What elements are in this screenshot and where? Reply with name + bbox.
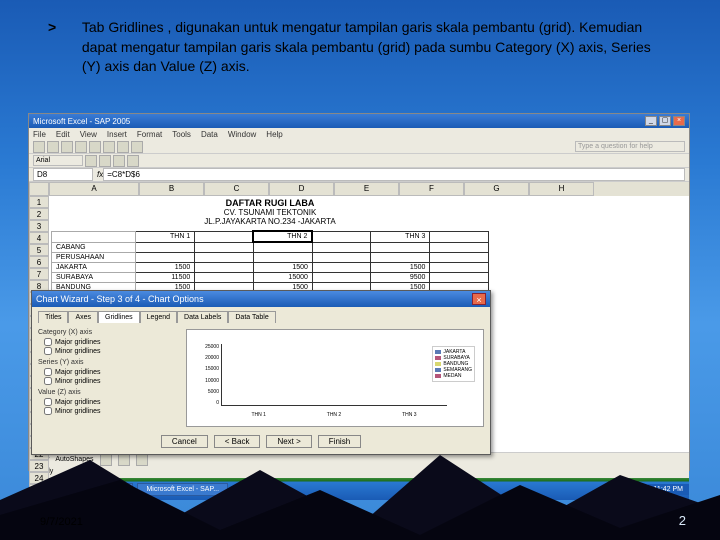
menu-item[interactable]: Tools <box>172 130 191 139</box>
row-header[interactable]: 2 <box>29 208 49 220</box>
name-box[interactable]: D8 <box>33 168 93 181</box>
report-title: DAFTAR RUGI LABA <box>51 198 489 208</box>
menu-item[interactable]: Help <box>266 130 282 139</box>
row-header[interactable]: 1 <box>29 196 49 208</box>
menu-item[interactable]: Edit <box>56 130 70 139</box>
system-tray-time[interactable]: 11:42 PM <box>648 484 689 495</box>
wizard-button[interactable]: Cancel <box>161 435 208 448</box>
menu-item[interactable]: View <box>80 130 97 139</box>
col-header[interactable]: A <box>49 182 139 196</box>
standard-toolbar: Type a question for help <box>29 140 689 154</box>
wizard-tab[interactable]: Data Labels <box>177 311 228 323</box>
wizard-tab[interactable]: Data Table <box>228 311 275 323</box>
toolbar-icon[interactable] <box>85 155 97 167</box>
menu-item[interactable]: Window <box>228 130 256 139</box>
column-headers: A B C D E F G H <box>29 182 689 196</box>
gridline-checkbox[interactable] <box>44 398 52 406</box>
gridline-checkbox[interactable] <box>44 338 52 346</box>
menubar: File Edit View Insert Format Tools Data … <box>29 128 689 140</box>
excel-titlebar: Microsoft Excel - SAP 2005 _ ▢ × <box>29 114 689 128</box>
status-bar: Ready <box>29 466 689 478</box>
footer-page-number: 2 <box>679 513 686 528</box>
toolbar-icon[interactable] <box>89 141 101 153</box>
toolbar-icon[interactable] <box>131 141 143 153</box>
footer-date: 9/7/2021 <box>40 516 83 528</box>
wizard-title: Chart Wizard - Step 3 of 4 - Chart Optio… <box>36 294 204 304</box>
wizard-tab[interactable]: Titles <box>38 311 68 323</box>
app-title: Microsoft Excel - SAP 2005 <box>33 117 130 126</box>
menu-item[interactable]: Data <box>201 130 218 139</box>
row-header[interactable]: 5 <box>29 244 49 256</box>
col-header[interactable]: F <box>399 182 464 196</box>
formatting-toolbar: Arial <box>29 154 689 168</box>
wizard-button[interactable]: Finish <box>318 435 361 448</box>
formula-bar: D8 fx =C8*D$6 <box>29 168 689 182</box>
row-header[interactable]: 3 <box>29 220 49 232</box>
wizard-tab[interactable]: Legend <box>140 311 177 323</box>
formula-input[interactable]: =C8*D$6 <box>103 168 685 181</box>
chart-wizard-dialog: Chart Wizard - Step 3 of 4 - Chart Optio… <box>31 290 491 455</box>
col-header[interactable]: E <box>334 182 399 196</box>
menu-item[interactable]: Insert <box>107 130 127 139</box>
col-header[interactable]: B <box>139 182 204 196</box>
gridline-checkbox[interactable] <box>44 377 52 385</box>
row-header[interactable]: 24 <box>29 472 49 484</box>
slide-body-text: > Tab Gridlines , digunakan untuk mengat… <box>48 18 690 77</box>
col-header[interactable]: G <box>464 182 529 196</box>
menu-item[interactable]: Format <box>137 130 162 139</box>
wizard-button[interactable]: < Back <box>214 435 261 448</box>
gridline-checkbox[interactable] <box>44 368 52 376</box>
toolbar-icon[interactable] <box>118 454 130 466</box>
toolbar-icon[interactable] <box>103 141 115 153</box>
toolbar-icon[interactable] <box>127 155 139 167</box>
autoshapes-menu[interactable]: AutoShapes <box>55 456 93 463</box>
gridline-checkbox[interactable] <box>44 407 52 415</box>
menu-item[interactable]: File <box>33 130 46 139</box>
report-sub2: JL.P.JAYAKARTA NO.234 -JAKARTA <box>51 217 489 226</box>
worksheet[interactable]: A B C D E F G H 123456789101112131415161… <box>29 182 689 452</box>
wizard-close-button[interactable]: × <box>472 293 486 305</box>
toolbar-icon[interactable] <box>113 155 125 167</box>
excel-screenshot: Microsoft Excel - SAP 2005 _ ▢ × File Ed… <box>28 113 690 471</box>
wizard-tab[interactable]: Axes <box>68 311 98 323</box>
gridline-checkbox[interactable] <box>44 347 52 355</box>
wizard-titlebar: Chart Wizard - Step 3 of 4 - Chart Optio… <box>32 291 490 307</box>
wizard-tab[interactable]: Gridlines <box>98 311 140 323</box>
taskbar-item[interactable]: SAP PEND... <box>74 483 133 496</box>
minimize-button[interactable]: _ <box>645 116 657 126</box>
wizard-tabs: TitlesAxesGridlinesLegendData LabelsData… <box>32 307 490 323</box>
maximize-button[interactable]: ▢ <box>659 116 671 126</box>
toolbar-icon[interactable] <box>61 141 73 153</box>
row-header[interactable]: 4 <box>29 232 49 244</box>
gridlines-options: Category (X) axisMajor gridlinesMinor gr… <box>38 329 178 427</box>
bullet-marker: > <box>48 18 78 38</box>
toolbar-icon[interactable] <box>99 155 111 167</box>
col-header[interactable]: C <box>204 182 269 196</box>
toolbar-icon[interactable] <box>75 141 87 153</box>
toolbar-icon[interactable] <box>33 141 45 153</box>
close-button[interactable]: × <box>673 116 685 126</box>
toolbar-icon[interactable] <box>47 141 59 153</box>
wizard-button[interactable]: Next > <box>266 435 311 448</box>
toolbar-icon[interactable] <box>136 454 148 466</box>
wizard-buttons: Cancel < Back Next > Finish <box>32 433 490 450</box>
row-header[interactable]: 23 <box>29 460 49 472</box>
paragraph-text: Tab Gridlines , digunakan untuk mengatur… <box>82 18 662 77</box>
row-header[interactable]: 6 <box>29 256 49 268</box>
col-header[interactable]: D <box>269 182 334 196</box>
row-header[interactable]: 25 <box>29 484 49 496</box>
row-header[interactable]: 7 <box>29 268 49 280</box>
row-header[interactable]: 26 <box>29 496 49 508</box>
font-select[interactable]: Arial <box>33 155 83 166</box>
col-header[interactable]: H <box>529 182 594 196</box>
select-all-cell[interactable] <box>29 182 49 196</box>
toolbar-icon[interactable] <box>117 141 129 153</box>
report-sub1: CV. TSUNAMI TEKTONIK <box>51 208 489 217</box>
chart-preview: 2500020000150001000050000 THN 1THN 2THN … <box>186 329 484 427</box>
windows-taskbar: start SAP PEND... Microsoft Excel - SAP.… <box>29 478 689 500</box>
taskbar-item[interactable]: Microsoft Excel - SAP... <box>137 483 228 496</box>
help-search[interactable]: Type a question for help <box>575 141 685 152</box>
toolbar-icon[interactable] <box>100 454 112 466</box>
